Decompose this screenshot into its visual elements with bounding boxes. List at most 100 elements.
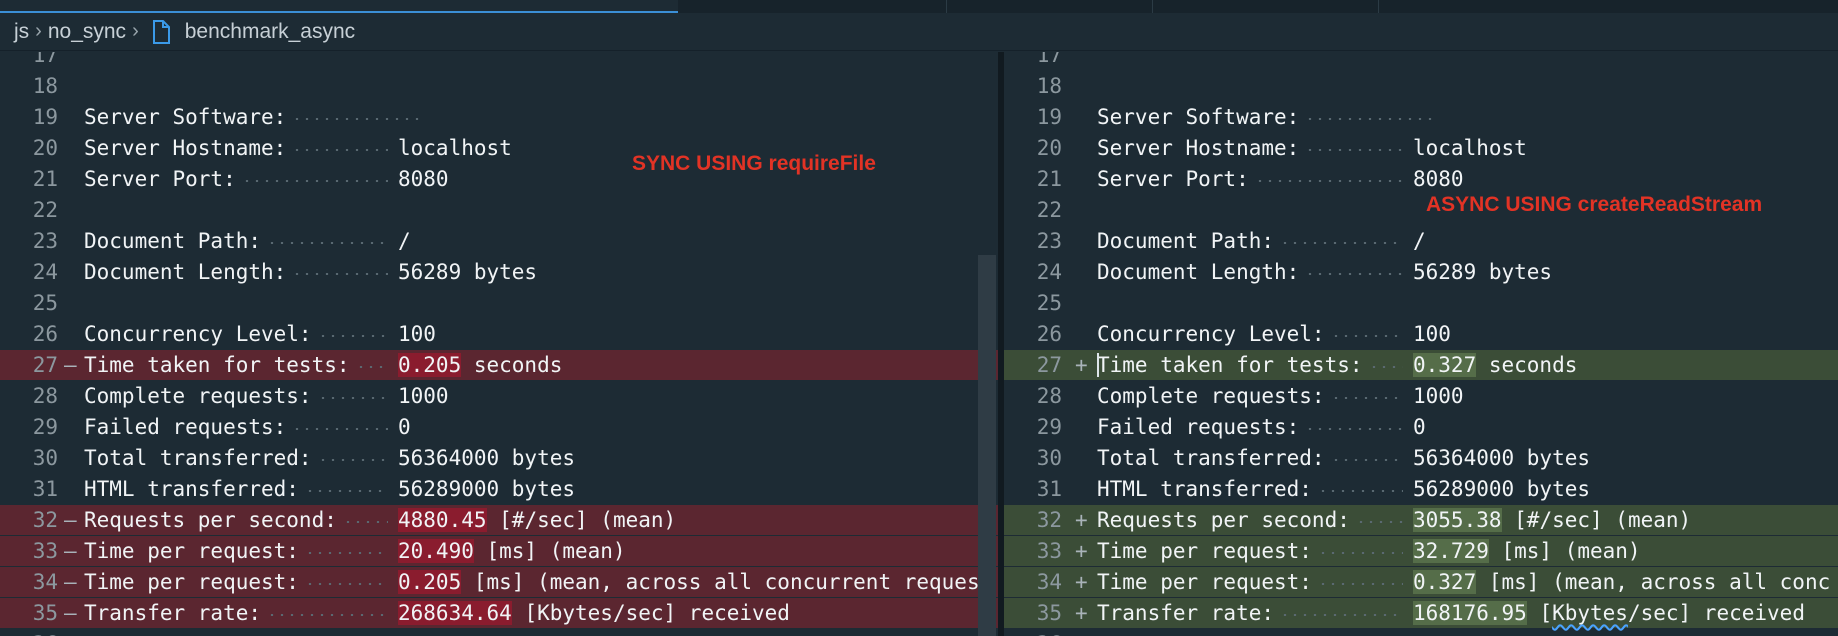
- file-icon: [151, 19, 171, 44]
- whitespace-dots: [1305, 149, 1403, 151]
- code-line[interactable]: 28 Complete requests: 1000: [1004, 381, 1838, 411]
- whitespace-dots: [1305, 118, 1439, 120]
- field-label: Time taken for tests:: [1097, 353, 1363, 377]
- field-value-text: seconds: [461, 353, 563, 377]
- whitespace-dots: [1280, 614, 1403, 616]
- code-line[interactable]: 26 Concurrency Level: 100: [1004, 319, 1838, 349]
- code-line[interactable]: 36: [0, 629, 998, 636]
- line-number: 20: [32, 136, 58, 160]
- code-line[interactable]: 34 + Time per request: 0.327 [ms] (mean, ac…: [1004, 567, 1838, 597]
- code-line[interactable]: 31 HTML transferred: 56289000 bytes: [0, 474, 998, 504]
- line-number: 28: [1036, 384, 1062, 408]
- diff-added-marker: +: [1075, 539, 1088, 563]
- code-line[interactable]: 35 + Transfer rate: 168176.95 [Kbytes/sec] …: [1004, 598, 1838, 628]
- field-label: Failed requests:: [84, 415, 287, 439]
- code-line[interactable]: 36: [1004, 629, 1838, 636]
- line-number: 18: [1036, 74, 1062, 98]
- line-number: 26: [32, 322, 58, 346]
- breadcrumb-file[interactable]: benchmark_async: [185, 20, 355, 44]
- breadcrumb-folder[interactable]: no_sync: [48, 20, 126, 44]
- active-editor-tab[interactable]: [0, 0, 678, 13]
- line-number: 31: [32, 477, 58, 501]
- code-line[interactable]: 24 Document Length: 56289 bytes: [1004, 257, 1838, 287]
- field-value: 0: [398, 412, 411, 442]
- code-line[interactable]: 27 + Time taken for tests: 0.327 seconds: [1004, 350, 1838, 380]
- field-label: Requests per second:: [84, 508, 337, 532]
- code-line[interactable]: 32 + Requests per second: 3055.38 [#/sec] (…: [1004, 505, 1838, 535]
- spellcheck-underline: Kbytes: [1552, 601, 1628, 625]
- code-line[interactable]: 17: [1004, 52, 1838, 70]
- code-line[interactable]: 26 Concurrency Level: 100: [0, 319, 998, 349]
- code-line[interactable]: 28 Complete requests: 1000: [0, 381, 998, 411]
- field-label: Total transferred:: [84, 446, 312, 470]
- code-line[interactable]: 30 Total transferred: 56364000 bytes: [1004, 443, 1838, 473]
- breadcrumb-root[interactable]: js: [14, 20, 29, 44]
- whitespace-dots: [1356, 521, 1403, 523]
- code-line[interactable]: 33— Time per request: 20.490 [ms] (mean): [0, 536, 998, 566]
- code-line[interactable]: 33 + Time per request: 32.729 [ms] (mean): [1004, 536, 1838, 566]
- line-number: 21: [32, 167, 58, 191]
- whitespace-dots: [355, 366, 388, 368]
- field-value-text: 56364000 bytes: [398, 446, 576, 470]
- code-line[interactable]: 19 Server Software:: [0, 102, 998, 132]
- whitespace-dots: [1305, 428, 1403, 430]
- diff-pane-original[interactable]: 17 18 19 Server Software: 20 Server Hostname:…: [0, 52, 998, 636]
- code-line[interactable]: 18: [0, 71, 998, 101]
- code-line[interactable]: 17: [0, 52, 998, 70]
- line-number: 21: [1036, 167, 1062, 191]
- field-value-text: [#/sec] (mean): [1501, 508, 1692, 532]
- diff-removed-marker: —: [64, 601, 77, 625]
- code-line[interactable]: 21 Server Port: 8080: [1004, 164, 1838, 194]
- field-label: Complete requests:: [1097, 384, 1325, 408]
- code-line[interactable]: 23 Document Path: /: [0, 226, 998, 256]
- diff-pane-modified[interactable]: 17 18 19 Server Software: 20 Server Hostname:…: [1004, 52, 1838, 636]
- code-line[interactable]: 34— Time per request: 0.205 [ms] (mean, ac…: [0, 567, 998, 597]
- changed-value-highlight: 20.490: [398, 539, 474, 563]
- code-line[interactable]: 25: [1004, 288, 1838, 318]
- code-line[interactable]: 30 Total transferred: 56364000 bytes: [0, 443, 998, 473]
- code-line[interactable]: 31 HTML transferred: 56289000 bytes: [1004, 474, 1838, 504]
- whitespace-dots: [241, 180, 388, 182]
- line-number: 30: [1036, 446, 1062, 470]
- field-value: 56289 bytes: [398, 257, 537, 287]
- line-number: 22: [1036, 198, 1062, 222]
- field-value-text: 100: [1413, 322, 1451, 346]
- field-label: Server Software:: [84, 105, 287, 129]
- code-line[interactable]: 20 Server Hostname: localhost: [1004, 133, 1838, 163]
- annotation-sync: SYNC USING requireFile: [632, 152, 876, 175]
- line-number: 35: [32, 601, 58, 625]
- whitespace-dots: [1254, 180, 1403, 182]
- field-label: Time per request:: [1097, 570, 1312, 594]
- code-line[interactable]: 19 Server Software:: [1004, 102, 1838, 132]
- field-value-text: /: [1413, 229, 1426, 253]
- field-label: Complete requests:: [84, 384, 312, 408]
- code-line[interactable]: 23 Document Path: /: [1004, 226, 1838, 256]
- field-value-text: [Kbytes/sec] received: [511, 601, 790, 625]
- whitespace-dots: [305, 583, 388, 585]
- code-line[interactable]: 32— Requests per second: 4880.45 [#/sec] (…: [0, 505, 998, 535]
- code-line[interactable]: 35— Transfer rate: 268634.64 [Kbytes/sec] …: [0, 598, 998, 628]
- field-value-text: 1000: [398, 384, 449, 408]
- field-value-text: [Kbytes/sec] received: [1526, 601, 1805, 625]
- code-line[interactable]: 24 Document Length: 56289 bytes: [0, 257, 998, 287]
- line-number: 17: [1036, 52, 1062, 67]
- field-value-text: 0: [398, 415, 411, 439]
- code-line[interactable]: 29 Failed requests: 0: [1004, 412, 1838, 442]
- field-value: 4880.45 [#/sec] (mean): [398, 505, 676, 535]
- chevron-right-icon: ›: [132, 20, 139, 42]
- whitespace-dots: [1318, 552, 1403, 554]
- line-number: 27: [1036, 353, 1062, 377]
- line-number: 34: [1036, 570, 1062, 594]
- diff-added-marker: +: [1075, 508, 1088, 532]
- whitespace-dots: [1305, 273, 1403, 275]
- field-label: Concurrency Level:: [84, 322, 312, 346]
- code-line[interactable]: 29 Failed requests: 0: [0, 412, 998, 442]
- line-number: 25: [32, 291, 58, 315]
- code-line[interactable]: 18: [1004, 71, 1838, 101]
- line-number: 23: [1036, 229, 1062, 253]
- code-line[interactable]: 27— Time taken for tests: 0.205 seconds: [0, 350, 998, 380]
- scrollbar[interactable]: [978, 255, 996, 636]
- code-line[interactable]: 25: [0, 288, 998, 318]
- code-line[interactable]: 22: [0, 195, 998, 225]
- field-label: Server Hostname:: [1097, 136, 1300, 160]
